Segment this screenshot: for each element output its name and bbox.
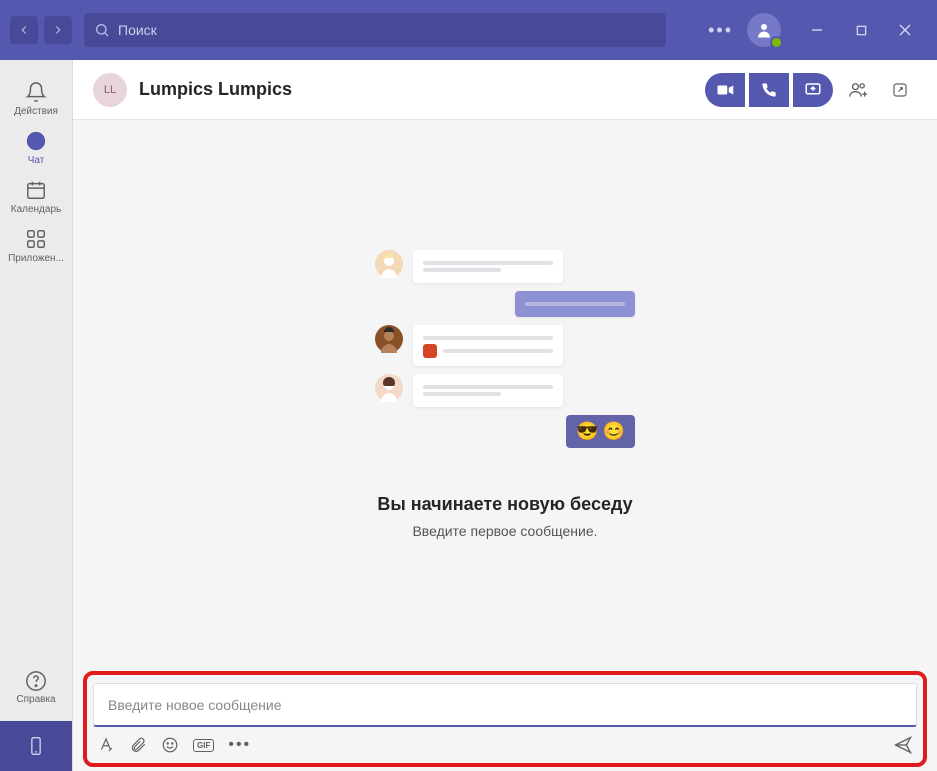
empty-state: 😎😊 Вы начинаете новую беседу Введите пер… — [73, 120, 937, 669]
presence-icon — [770, 36, 783, 49]
format-button[interactable] — [97, 736, 115, 754]
titlebar: ••• — [0, 0, 937, 60]
attach-button[interactable] — [129, 736, 147, 754]
rail-label: Чат — [28, 155, 45, 166]
back-button[interactable] — [10, 16, 38, 44]
people-add-icon — [848, 80, 868, 100]
forward-button[interactable] — [44, 16, 72, 44]
popout-button[interactable] — [883, 73, 917, 107]
gif-icon: GIF — [193, 739, 214, 752]
format-icon — [97, 736, 115, 754]
audio-call-button[interactable] — [749, 73, 789, 107]
app-rail: Действия Чат Календарь Приложен... Справ… — [0, 60, 72, 771]
user-avatar[interactable] — [747, 13, 781, 47]
minimize-button[interactable] — [795, 13, 839, 47]
close-button[interactable] — [883, 13, 927, 47]
rail-label: Календарь — [11, 204, 61, 215]
compose-toolbar: GIF ••• — [93, 735, 917, 755]
empty-state-subtitle: Введите первое сообщение. — [412, 523, 597, 539]
person-icon — [755, 21, 773, 39]
close-icon — [899, 24, 911, 36]
rail-item-apps[interactable]: Приложен... — [0, 221, 72, 270]
chevron-left-icon — [17, 23, 31, 37]
screen-share-icon — [804, 81, 822, 99]
illu-avatar-icon — [375, 325, 403, 353]
chevron-right-icon — [51, 23, 65, 37]
bell-icon — [25, 81, 47, 103]
apps-icon — [25, 228, 47, 250]
rail-item-help[interactable]: Справка — [0, 670, 72, 705]
send-button[interactable] — [893, 735, 913, 755]
illu-avatar-icon — [375, 374, 403, 402]
rail-label: Справка — [16, 694, 55, 705]
maximize-icon — [856, 25, 867, 36]
calendar-icon — [25, 179, 47, 201]
rail-mobile-button[interactable] — [0, 721, 72, 771]
chat-header: LL Lumpics Lumpics — [73, 60, 937, 120]
ellipsis-icon: ••• — [228, 736, 251, 754]
attach-icon — [129, 736, 147, 754]
rail-item-activity[interactable]: Действия — [0, 74, 72, 123]
popout-icon — [891, 81, 909, 99]
more-compose-button[interactable]: ••• — [228, 736, 251, 754]
maximize-button[interactable] — [839, 13, 883, 47]
rail-item-calendar[interactable]: Календарь — [0, 172, 72, 221]
send-icon — [893, 735, 913, 755]
mobile-icon — [26, 736, 46, 756]
illu-avatar-icon — [375, 250, 403, 278]
emoji-icon — [161, 736, 179, 754]
video-call-button[interactable] — [705, 73, 745, 107]
search-box[interactable] — [84, 13, 666, 47]
main-panel: LL Lumpics Lumpics — [72, 60, 937, 771]
contact-avatar[interactable]: LL — [93, 73, 127, 107]
rail-item-chat[interactable]: Чат — [0, 123, 72, 172]
message-input[interactable] — [93, 683, 917, 727]
video-icon — [716, 81, 734, 99]
gif-button[interactable]: GIF — [193, 739, 214, 752]
minimize-icon — [811, 24, 823, 36]
empty-state-illustration: 😎😊 — [375, 250, 635, 456]
rail-label: Приложен... — [8, 253, 64, 264]
search-icon — [94, 22, 110, 38]
chat-title: Lumpics Lumpics — [139, 79, 292, 100]
help-icon — [25, 670, 47, 692]
call-buttons — [705, 73, 833, 107]
more-button[interactable]: ••• — [708, 20, 733, 41]
screen-share-button[interactable] — [793, 73, 833, 107]
emoji-button[interactable] — [161, 736, 179, 754]
phone-icon — [761, 82, 777, 98]
chat-icon — [25, 130, 47, 152]
add-people-button[interactable] — [841, 73, 875, 107]
rail-label: Действия — [14, 106, 58, 117]
emoji-bubble-icon: 😎😊 — [566, 415, 635, 448]
empty-state-title: Вы начинаете новую беседу — [377, 494, 632, 515]
search-input[interactable] — [118, 22, 656, 38]
compose-area: GIF ••• — [73, 669, 937, 771]
